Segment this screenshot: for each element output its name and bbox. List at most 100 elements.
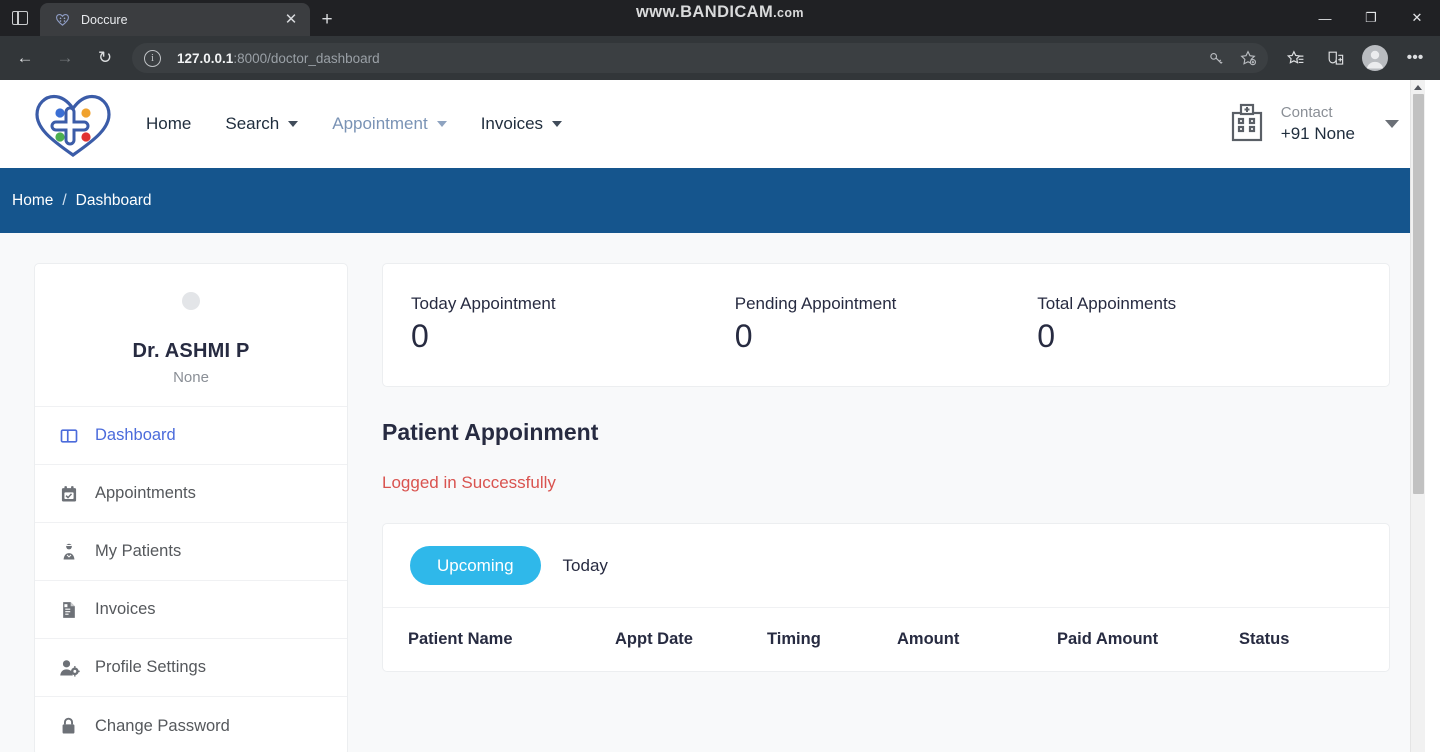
column-header-amount: Amount (897, 630, 960, 649)
appointment-tabs: Upcoming Today (383, 524, 1389, 609)
forward-icon[interactable]: → (46, 41, 84, 75)
add-favorite-icon[interactable] (1232, 44, 1264, 72)
reload-icon[interactable]: ↻ (86, 41, 124, 75)
sidebar-item-label: Dashboard (95, 426, 176, 444)
browser-settings-icon[interactable]: ••• (1396, 41, 1434, 75)
tab-panel-icon (12, 11, 28, 25)
url-path: :8000/doctor_dashboard (233, 50, 380, 66)
close-window-icon[interactable]: ✕ (1394, 0, 1440, 36)
breadcrumb-current: Dashboard (75, 191, 152, 209)
nav-label: Home (146, 114, 192, 133)
contact-text-block: Contact +91 None (1281, 104, 1355, 144)
browser-tabstrip: Doccure ✕ + www.BANDICAM.com — ❐ ✕ (0, 0, 1440, 36)
maximize-icon[interactable]: ❐ (1348, 0, 1394, 36)
stat-label: Total Appoinments (1037, 294, 1177, 313)
doccure-page: Home Search Appointment Invoices Contact… (0, 80, 1425, 752)
chevron-down-icon[interactable] (1385, 120, 1399, 128)
chevron-down-icon (436, 121, 447, 127)
nav-item-invoices[interactable]: Invoices (480, 114, 563, 134)
breadcrumb-home[interactable]: Home (12, 192, 53, 210)
sidebar-item-profile-settings[interactable]: Profile Settings (35, 639, 347, 697)
tab-upcoming[interactable]: Upcoming (410, 546, 541, 586)
appointments-table-card: Upcoming Today Patient Name Appt Date Ti… (382, 523, 1390, 673)
watermark-main: www.BANDICAM (636, 3, 774, 21)
browser-toolbar: ← → ↻ i 127.0.0.1:8000/doctor_dashboard (0, 36, 1440, 80)
user-gear-icon (57, 658, 80, 678)
page-viewport: Home Search Appointment Invoices Contact… (0, 80, 1440, 752)
lock-icon (57, 716, 80, 736)
url-host: 127.0.0.1 (177, 50, 234, 66)
site-header: Home Search Appointment Invoices Contact… (0, 80, 1425, 168)
doctor-profile-block: Dr. ASHMI P None (35, 264, 347, 407)
calendar-check-icon (57, 484, 80, 504)
stat-today-appointment: Today Appointment 0 (411, 294, 735, 354)
browser-tab-doccure[interactable]: Doccure ✕ (40, 3, 310, 36)
sidebar-item-dashboard[interactable]: Dashboard (35, 407, 347, 465)
avatar (182, 292, 200, 310)
nav-label: Invoices (480, 114, 544, 133)
minimize-icon[interactable]: — (1302, 0, 1348, 36)
column-header-paid-amount: Paid Amount (1057, 630, 1159, 649)
address-bar-url: 127.0.0.1:8000/doctor_dashboard (177, 51, 380, 66)
scroll-up-arrow-icon[interactable] (1414, 85, 1422, 90)
column-header-patient-name: Patient Name (408, 630, 513, 649)
address-bar[interactable]: i 127.0.0.1:8000/doctor_dashboard (132, 43, 1268, 73)
page-scrollbar[interactable] (1410, 80, 1425, 752)
collections-icon[interactable] (1316, 41, 1354, 75)
contact-label: Contact (1280, 104, 1333, 121)
page-content: Dr. ASHMI P None Dashboard Appointments … (0, 233, 1425, 752)
main-navigation: Home Search Appointment Invoices (146, 114, 563, 134)
nav-item-search[interactable]: Search (225, 114, 299, 134)
sidebar-item-label: Profile Settings (95, 658, 206, 676)
table-header-row: Patient Name Appt Date Timing Amount Pai… (383, 608, 1389, 671)
breadcrumb-bar: Home / Dashboard (0, 168, 1425, 233)
sidebar-item-appointments[interactable]: Appointments (35, 465, 347, 523)
sidebar-item-my-patients[interactable]: My Patients (35, 523, 347, 581)
stat-total-appointments: Total Appoinments 0 (1037, 294, 1361, 354)
favorites-icon[interactable] (1276, 41, 1314, 75)
nav-item-appointment[interactable]: Appointment (332, 114, 447, 134)
new-tab-icon[interactable]: + (310, 3, 344, 36)
address-bar-actions (1200, 43, 1264, 73)
tab-title: Doccure (81, 12, 128, 27)
profile-avatar-icon[interactable] (1356, 41, 1394, 75)
sidebar-item-label: Invoices (95, 600, 156, 618)
nav-label: Search (225, 114, 280, 133)
column-header-status: Status (1239, 630, 1290, 649)
site-info-icon[interactable]: i (144, 49, 161, 67)
tab-search-button[interactable] (0, 0, 40, 36)
doctor-subtitle: None (173, 369, 209, 386)
header-contact-area[interactable]: Contact +91 None (1227, 101, 1399, 148)
dashboard-main: Today Appointment 0 Pending Appointment … (382, 263, 1390, 673)
tab-close-icon[interactable]: ✕ (280, 9, 302, 31)
patients-icon (57, 542, 80, 562)
flash-message: Logged in Successfully (382, 473, 556, 493)
favicon-heart-icon (54, 11, 71, 28)
chevron-down-icon (288, 121, 299, 127)
back-icon[interactable]: ← (6, 41, 44, 75)
key-password-icon[interactable] (1200, 44, 1232, 72)
breadcrumb: Home / Dashboard (12, 192, 152, 210)
doccure-logo[interactable] (30, 86, 120, 162)
page-title: Patient Appoinment (382, 419, 599, 446)
sidebar-item-label: Change Password (95, 716, 230, 735)
stat-label: Today Appointment (411, 294, 556, 313)
scrollbar-thumb[interactable] (1413, 94, 1424, 494)
browser-window: Doccure ✕ + www.BANDICAM.com — ❐ ✕ ← → ↻… (0, 0, 1440, 752)
sidebar-item-label: My Patients (95, 542, 182, 560)
nav-label: Appointment (332, 114, 428, 133)
watermark-suffix: .com (773, 6, 804, 20)
breadcrumb-separator: / (62, 191, 67, 209)
stat-value: 0 (734, 318, 753, 354)
contact-number: +91 None (1280, 123, 1355, 143)
nav-item-home[interactable]: Home (146, 114, 191, 134)
sidebar-item-invoices[interactable]: Invoices (35, 581, 347, 639)
stat-value: 0 (1037, 318, 1056, 354)
window-controls: — ❐ ✕ (1302, 0, 1440, 36)
tab-today[interactable]: Today (551, 546, 620, 585)
chevron-down-icon (552, 121, 563, 127)
stat-label: Pending Appointment (734, 294, 897, 313)
sidebar-item-change-password[interactable]: Change Password (35, 697, 347, 752)
column-header-appt-date: Appt Date (615, 630, 693, 649)
dashboard-icon (57, 426, 80, 446)
